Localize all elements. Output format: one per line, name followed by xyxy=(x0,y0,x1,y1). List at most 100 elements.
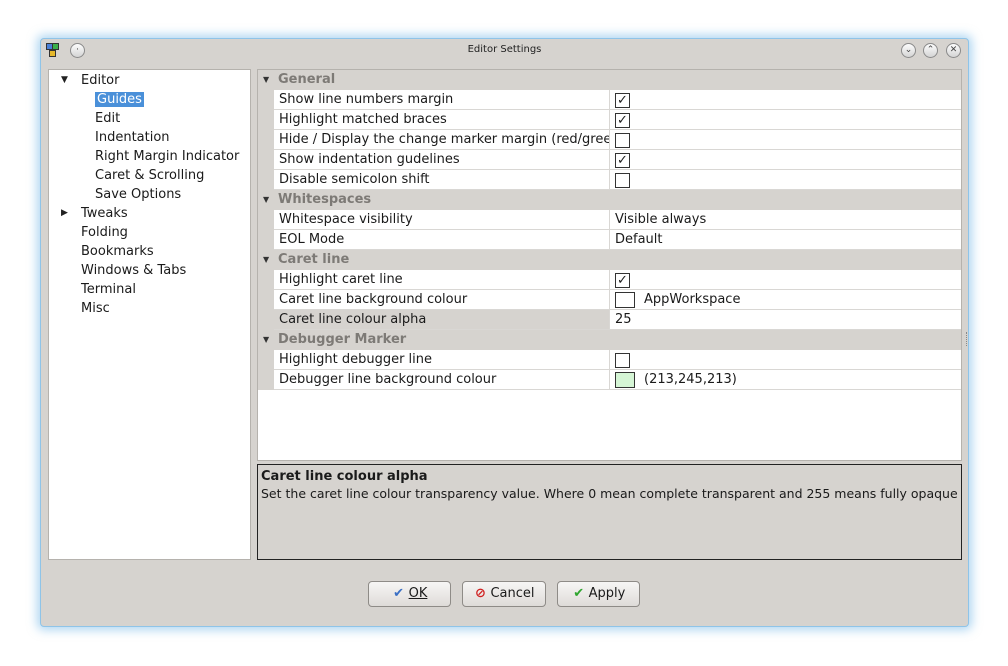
setting-value[interactable] xyxy=(610,170,961,190)
tree-item-label: Terminal xyxy=(81,282,136,297)
section-header[interactable]: ▼ General xyxy=(258,70,961,90)
cancel-button[interactable]: ⊘ Cancel xyxy=(462,581,546,607)
setting-value[interactable]: AppWorkspace xyxy=(610,290,961,310)
setting-name: Highlight matched braces xyxy=(274,110,610,130)
row-gutter xyxy=(258,230,274,250)
section-header[interactable]: ▼ Caret line xyxy=(258,250,961,270)
section-header[interactable]: ▼ Whitespaces xyxy=(258,190,961,210)
tree-item-label: Tweaks xyxy=(81,206,128,221)
setting-value[interactable]: ✓ xyxy=(610,90,961,110)
setting-name: Highlight debugger line xyxy=(274,350,610,370)
row-gutter xyxy=(258,290,274,310)
setting-name: Caret line background colour xyxy=(274,290,610,310)
cancel-icon: ⊘ xyxy=(475,586,486,601)
color-swatch[interactable] xyxy=(615,292,635,308)
setting-row[interactable]: Show line numbers margin ✓ xyxy=(258,90,961,110)
tree-item[interactable]: Save Options xyxy=(95,185,181,204)
setting-value[interactable]: ✓ xyxy=(610,110,961,130)
checkbox[interactable] xyxy=(615,353,630,368)
tree-item-label: Editor xyxy=(81,73,120,88)
settings-table[interactable]: ▼ General Show line numbers margin ✓ Highlig… xyxy=(257,69,962,461)
color-value: AppWorkspace xyxy=(644,292,741,307)
setting-name: Show line numbers margin xyxy=(274,90,610,110)
setting-row[interactable]: Whitespace visibility Visible always xyxy=(258,210,961,230)
setting-row[interactable]: EOL Mode Default xyxy=(258,230,961,250)
tree-item[interactable]: Guides xyxy=(95,90,144,109)
chevron-down-icon[interactable]: ▼ xyxy=(263,190,269,210)
tree-item[interactable]: Terminal xyxy=(81,280,136,299)
setting-value[interactable] xyxy=(610,350,961,370)
chevron-right-icon[interactable]: ▶ xyxy=(61,204,68,223)
setting-name: EOL Mode xyxy=(274,230,610,250)
setting-row[interactable]: Show indentation gudelines ✓ xyxy=(258,150,961,170)
section-header[interactable]: ▼ Debugger Marker xyxy=(258,330,961,350)
row-gutter xyxy=(258,130,274,150)
row-gutter xyxy=(258,350,274,370)
checkbox[interactable]: ✓ xyxy=(615,153,630,168)
checkbox[interactable]: ✓ xyxy=(615,273,630,288)
setting-name: Caret line colour alpha xyxy=(274,310,610,330)
row-gutter xyxy=(258,170,274,190)
setting-row[interactable]: Highlight debugger line xyxy=(258,350,961,370)
setting-row[interactable]: Highlight caret line ✓ xyxy=(258,270,961,290)
chevron-down-icon[interactable]: ▼ xyxy=(263,330,269,350)
tree-item-label: Right Margin Indicator xyxy=(95,149,240,164)
color-value: (213,245,213) xyxy=(644,372,737,387)
maximize-button[interactable]: ⌃ xyxy=(923,43,938,58)
splitter-handle[interactable] xyxy=(966,332,969,346)
row-gutter xyxy=(258,150,274,170)
minimize-button[interactable]: ⌄ xyxy=(901,43,916,58)
checkbox[interactable]: ✓ xyxy=(615,93,630,108)
tree-item[interactable]: ▶ Tweaks xyxy=(61,204,128,223)
window-title: Editor Settings xyxy=(467,44,542,55)
section-title: Whitespaces xyxy=(278,192,372,207)
tree-item[interactable]: Indentation xyxy=(95,128,170,147)
row-gutter xyxy=(258,210,274,230)
tree-item[interactable]: Caret & Scrolling xyxy=(95,166,204,185)
close-button[interactable]: ✕ xyxy=(946,43,961,58)
settings-category-tree[interactable]: ▼ Editor Guides Edit Indentation Right Margin… xyxy=(48,69,251,560)
checkbox[interactable] xyxy=(615,173,630,188)
setting-value[interactable]: Visible always xyxy=(610,210,961,230)
setting-row[interactable]: Highlight matched braces ✓ xyxy=(258,110,961,130)
tree-item[interactable]: Windows & Tabs xyxy=(81,261,186,280)
setting-row[interactable]: Hide / Display the change marker margin … xyxy=(258,130,961,150)
row-gutter xyxy=(258,310,274,330)
tree-item[interactable]: Folding xyxy=(81,223,128,242)
checkbox[interactable]: ✓ xyxy=(615,113,630,128)
setting-value[interactable]: Default xyxy=(610,230,961,250)
setting-value[interactable]: (213,245,213) xyxy=(610,370,961,390)
setting-row[interactable]: Caret line background colour AppWorkspace xyxy=(258,290,961,310)
setting-value[interactable]: ✓ xyxy=(610,150,961,170)
tree-item[interactable]: Edit xyxy=(95,109,120,128)
tree-item-label: Windows & Tabs xyxy=(81,263,187,278)
chevron-down-icon[interactable]: ▼ xyxy=(263,70,269,90)
setting-row[interactable]: Debugger line background colour (213,245,… xyxy=(258,370,961,390)
title-bar[interactable]: · Editor Settings ⌄ ⌃ ✕ xyxy=(41,39,968,63)
checkbox[interactable] xyxy=(615,133,630,148)
chevron-down-icon[interactable]: ▼ xyxy=(263,250,269,270)
row-gutter xyxy=(258,370,274,390)
row-gutter xyxy=(258,90,274,110)
color-swatch[interactable] xyxy=(615,372,635,388)
section-title: Debugger Marker xyxy=(278,332,407,347)
setting-name: Disable semicolon shift xyxy=(274,170,610,190)
tree-item[interactable]: Bookmarks xyxy=(81,242,154,261)
tree-item[interactable]: Right Margin Indicator xyxy=(95,147,239,166)
setting-value[interactable]: 25 xyxy=(610,310,961,330)
setting-name: Whitespace visibility xyxy=(274,210,610,230)
tree-item-label: Guides xyxy=(95,92,144,107)
apply-button[interactable]: ✔ Apply xyxy=(557,581,640,607)
setting-row[interactable]: Caret line colour alpha 25 xyxy=(258,310,961,330)
setting-value[interactable] xyxy=(610,130,961,150)
section-title: General xyxy=(278,72,336,87)
setting-value[interactable]: ✓ xyxy=(610,270,961,290)
chevron-down-icon[interactable]: ▼ xyxy=(61,71,68,90)
tree-item[interactable]: ▼ Editor xyxy=(61,71,120,90)
setting-name: Hide / Display the change marker margin … xyxy=(274,130,610,150)
tree-item[interactable]: Misc xyxy=(81,299,110,318)
ok-button[interactable]: ✔ OK xyxy=(368,581,451,607)
ok-label: OK xyxy=(408,586,428,601)
setting-row[interactable]: Disable semicolon shift xyxy=(258,170,961,190)
tree-item-label: Edit xyxy=(95,111,121,126)
